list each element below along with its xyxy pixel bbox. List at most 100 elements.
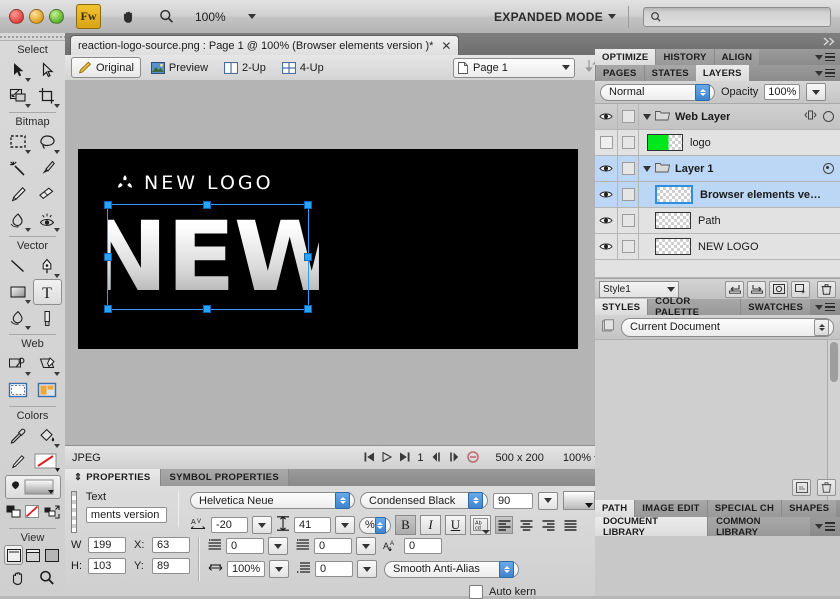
antialias-select[interactable]: Smooth Anti-Alias: [384, 560, 519, 578]
tab-path[interactable]: PATH: [595, 500, 635, 517]
tab-pages[interactable]: PAGES: [595, 65, 644, 81]
bold-button[interactable]: B: [395, 515, 416, 535]
freeform-tool-submenu-icon[interactable]: [24, 326, 31, 330]
kerning-input[interactable]: -20: [211, 517, 248, 533]
new-sub-layer-icon[interactable]: [725, 280, 744, 298]
view-tab-2up[interactable]: 2-Up: [218, 58, 272, 77]
stop-icon[interactable]: [466, 450, 479, 466]
pencil-tool[interactable]: [4, 181, 33, 207]
selection-handle-bl[interactable]: [104, 305, 112, 313]
table-row[interactable]: logo: [595, 130, 840, 156]
search-input[interactable]: [643, 6, 831, 27]
view-tab-original[interactable]: Original: [71, 57, 141, 78]
tab-swatches[interactable]: SWATCHES: [740, 299, 810, 315]
show-slices-tool[interactable]: [33, 377, 62, 403]
align-right-icon[interactable]: [539, 516, 557, 534]
view-tab-preview[interactable]: Preview: [145, 58, 214, 77]
align-left-icon[interactable]: [495, 516, 513, 534]
tab-document-library[interactable]: DOCUMENT LIBRARY: [595, 516, 708, 538]
selection-handle-br[interactable]: [304, 305, 312, 313]
rectangle-hotspot-tool[interactable]: [4, 351, 33, 377]
view-tab-4up[interactable]: 4-Up: [276, 58, 330, 77]
indent-dropdown[interactable]: [268, 537, 288, 555]
animation-controls[interactable]: 1: [364, 450, 479, 466]
tab-properties[interactable]: ⇕ PROPERTIES: [65, 469, 160, 486]
polygon-slice-tool[interactable]: [33, 351, 62, 377]
auto-kern-checkbox[interactable]: [469, 585, 483, 599]
visibility-toggle[interactable]: [595, 215, 617, 226]
new-layer-icon[interactable]: [747, 280, 766, 298]
prev-frame-icon[interactable]: [431, 452, 442, 465]
page-selector[interactable]: Page 1: [453, 57, 575, 78]
share-layer-icon[interactable]: [804, 110, 817, 123]
stroke-color-tool[interactable]: [4, 449, 33, 475]
pen-tool[interactable]: [33, 253, 62, 279]
hscale-dropdown[interactable]: [269, 560, 289, 578]
layer-thumbnail[interactable]: [655, 238, 691, 255]
new-bitmap-image-icon[interactable]: [769, 280, 788, 298]
visibility-toggle[interactable]: [595, 241, 617, 252]
expanded-mode-button[interactable]: EXPANDED MODE: [494, 10, 616, 24]
lasso-tool-submenu-icon[interactable]: [53, 150, 60, 154]
scale-tool[interactable]: [4, 83, 33, 109]
paint-bucket-tool[interactable]: [33, 423, 62, 449]
baseline-input[interactable]: 0: [404, 538, 442, 554]
tab-shapes[interactable]: SHAPES: [781, 500, 837, 517]
tab-styles[interactable]: STYLES: [595, 299, 648, 315]
fill-color-swatch[interactable]: [4, 475, 61, 499]
blur-tool-submenu-icon[interactable]: [24, 228, 31, 232]
tab-states[interactable]: STATES: [643, 65, 696, 81]
blur-smudge-tool[interactable]: [4, 207, 33, 233]
stroke-color-swatch[interactable]: [33, 449, 62, 475]
text-fill-color-swatch[interactable]: [563, 491, 595, 510]
italic-button[interactable]: I: [420, 515, 441, 535]
rectangle-tool[interactable]: [4, 279, 33, 305]
full-screen-with-menus-mode[interactable]: [23, 545, 42, 565]
canvas-workspace[interactable]: NEW LOGO NEW: [65, 80, 596, 445]
layer-thumbnail[interactable]: [655, 212, 691, 229]
window-controls[interactable]: [9, 9, 64, 24]
selection-handle-tc[interactable]: [203, 201, 211, 209]
lock-toggle[interactable]: [617, 208, 639, 233]
visibility-toggle[interactable]: [595, 189, 617, 200]
panel-grip[interactable]: [0, 33, 65, 41]
no-color-icon[interactable]: [23, 499, 42, 525]
tab-image-edit[interactable]: IMAGE EDIT: [634, 500, 707, 517]
tab-special-characters[interactable]: SPECIAL CH: [706, 500, 782, 517]
y-input[interactable]: 89: [152, 558, 190, 574]
minimize-window-button[interactable]: [29, 9, 44, 24]
lock-toggle[interactable]: [617, 234, 639, 259]
swap-colors-icon[interactable]: [42, 499, 61, 525]
marquee-tool-submenu-icon[interactable]: [24, 150, 31, 154]
crop-tool-submenu-icon[interactable]: [53, 104, 60, 108]
close-window-button[interactable]: [9, 9, 24, 24]
hotspot-tool-submenu-icon[interactable]: [24, 372, 31, 376]
standard-screen-mode[interactable]: [4, 545, 23, 565]
selection-handle-ml[interactable]: [104, 253, 112, 261]
rectangle-tool-submenu-icon[interactable]: [24, 300, 31, 304]
tab-align[interactable]: ALIGN: [713, 49, 760, 65]
line-tool[interactable]: [4, 253, 33, 279]
selection-handle-mr[interactable]: [304, 253, 312, 261]
tab-layers[interactable]: LAYERS: [695, 65, 749, 81]
space-before-dropdown[interactable]: [356, 537, 376, 555]
opacity-input[interactable]: 100%: [764, 84, 801, 100]
underline-button[interactable]: U: [445, 515, 466, 535]
magic-wand-tool[interactable]: [4, 155, 33, 181]
leading-dropdown[interactable]: [335, 516, 355, 534]
text-tool[interactable]: T: [32, 279, 62, 305]
hscale-input[interactable]: 100%: [227, 561, 265, 577]
default-colors-icon[interactable]: [4, 499, 23, 525]
lock-toggle[interactable]: [617, 104, 639, 129]
selection-handle-tl[interactable]: [104, 201, 112, 209]
indent-input[interactable]: 0: [226, 538, 264, 554]
visibility-toggle[interactable]: [595, 111, 617, 122]
font-size-input[interactable]: 90: [493, 492, 533, 509]
dodge-tool-submenu-icon[interactable]: [53, 228, 60, 232]
pen-tool-submenu-icon[interactable]: [53, 274, 60, 278]
lasso-tool[interactable]: [33, 129, 62, 155]
selection-handle-bc[interactable]: [203, 305, 211, 313]
delete-layer-icon[interactable]: [817, 280, 836, 298]
disclosure-triangle[interactable]: [639, 113, 655, 120]
height-input[interactable]: 103: [88, 558, 126, 574]
